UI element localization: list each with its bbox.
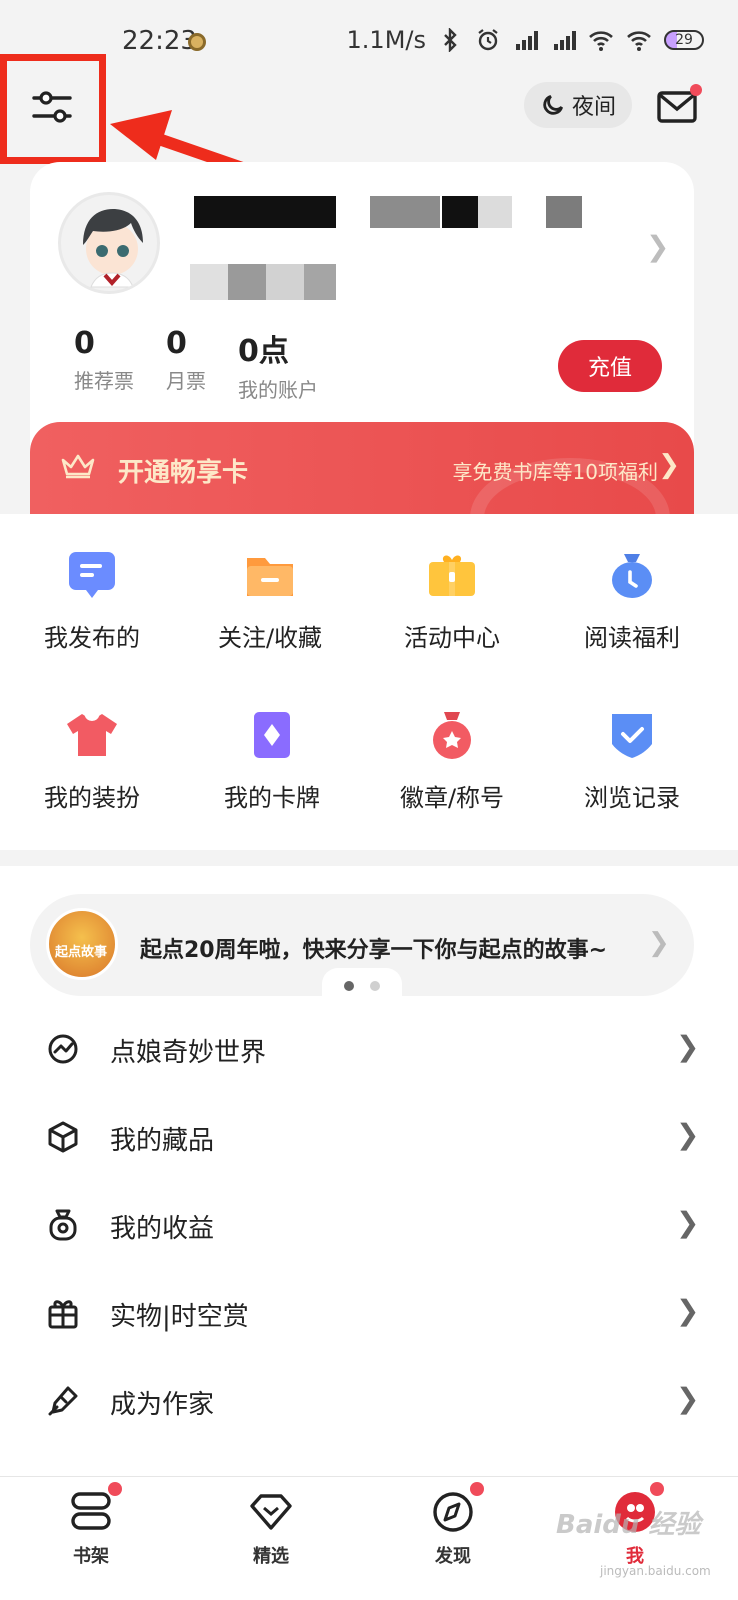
chevron-right-icon: ❯ (676, 1294, 700, 1327)
earnings-icon (49, 1209, 77, 1241)
carousel-dot-active[interactable] (344, 981, 354, 991)
crown-icon (61, 454, 95, 479)
menu-item-dianniang-world[interactable]: 点娘奇妙世界 ❯ (0, 1006, 738, 1094)
annotation-highlight-box (0, 54, 106, 164)
shirt-icon (67, 714, 117, 756)
grid-item-my-cards[interactable]: 我的卡牌 (180, 710, 364, 813)
user-id-redacted (190, 264, 336, 300)
carousel-dot[interactable] (370, 981, 380, 991)
status-bar: 22:23 1.1M/s 29 (0, 0, 738, 80)
money-bag-icon (612, 554, 652, 598)
vip-title: 开通畅享卡 (118, 458, 249, 488)
username-redacted (370, 196, 440, 228)
mail-badge (690, 84, 702, 96)
grid-item-history[interactable]: 浏览记录 (540, 710, 724, 813)
nav-featured[interactable]: 精选 (226, 1490, 316, 1568)
vip-banner[interactable]: 开通畅享卡 享免费书库等10项福利 ❯ (30, 422, 694, 514)
grid-item-badges[interactable]: 徽章/称号 (360, 710, 544, 813)
stat-account-balance[interactable]: 0点 我的账户 (238, 326, 318, 403)
menu-item-collection[interactable]: 我的藏品 ❯ (0, 1094, 738, 1182)
chevron-right-icon: ❯ (676, 1030, 700, 1063)
shield-check-icon (612, 714, 652, 758)
status-time: 22:23 (122, 26, 197, 56)
carousel-indicator (322, 968, 402, 998)
status-icons: 1.1M/s 29 (347, 26, 704, 54)
vip-chevron-icon: ❯ (658, 450, 680, 480)
promo-image: 起点故事 (46, 908, 118, 980)
username-redacted (442, 196, 478, 228)
diamond-icon (250, 1494, 292, 1530)
recharge-button[interactable]: 充值 (558, 340, 662, 392)
vip-subtitle: 享免费书库等10项福利 (452, 460, 658, 484)
chevron-right-icon: ❯ (676, 1118, 700, 1151)
username-redacted (194, 196, 336, 228)
bookshelf-icon (71, 1492, 111, 1530)
nav-bookshelf-badge (108, 1482, 122, 1496)
card-icon (254, 712, 290, 758)
grid-item-my-posts[interactable]: 我发布的 (0, 550, 184, 653)
cube-icon (48, 1121, 78, 1153)
wifi-plus-icon (589, 31, 613, 51)
hd-signal-icon (554, 31, 576, 50)
promo-text: 起点20周年啦，快来分享一下你与起点的故事~ (140, 938, 608, 963)
compass-icon (433, 1492, 473, 1532)
bluetooth-icon (444, 28, 457, 52)
menu-item-physical-rewards[interactable]: 实物|时空赏 ❯ (0, 1270, 738, 1358)
grid-item-events[interactable]: 活动中心 (360, 550, 544, 653)
battery-icon: 29 (664, 30, 704, 50)
grid-item-my-outfit[interactable]: 我的装扮 (0, 710, 184, 813)
chevron-right-icon: ❯ (676, 1206, 700, 1239)
watermark-url: jingyan.baidu.com (600, 1564, 711, 1578)
camera-notification-icon (188, 33, 206, 51)
stat-monthly-tickets[interactable]: 0 月票 (166, 326, 206, 394)
network-speed: 1.1M/s (346, 26, 426, 54)
nav-me-badge (650, 1482, 664, 1496)
night-mode-label: 夜间 (571, 95, 616, 120)
menu-item-earnings[interactable]: 我的收益 ❯ (0, 1182, 738, 1270)
grid-item-follow-collect[interactable]: 关注/收藏 (178, 550, 362, 653)
hd-signal-icon (516, 31, 538, 50)
nav-discover[interactable]: 发现 (408, 1490, 498, 1568)
stat-recommend-tickets[interactable]: 0 推荐票 (74, 326, 134, 394)
moon-icon (543, 94, 563, 115)
pen-icon (48, 1386, 78, 1416)
gift-box-icon (48, 1300, 78, 1329)
gift-icon (429, 555, 475, 596)
chat-icon (69, 552, 115, 598)
night-mode-button[interactable]: 夜间 (524, 82, 632, 128)
grid-item-reading-benefits[interactable]: 阅读福利 (540, 550, 724, 653)
medal-icon (433, 712, 471, 759)
alarm-icon (478, 29, 498, 51)
username-redacted (478, 196, 512, 228)
nav-bookshelf[interactable]: 书架 (46, 1490, 136, 1568)
profile-chevron-icon[interactable]: ❯ (646, 230, 669, 263)
chevron-right-icon: ❯ (676, 1382, 700, 1415)
avatar[interactable] (58, 192, 160, 294)
watermark-text: Baidu 经验 (556, 1510, 701, 1540)
folder-icon (247, 558, 293, 596)
wifi-icon (627, 31, 651, 51)
promo-chevron-icon: ❯ (648, 928, 670, 958)
username-redacted (546, 196, 582, 228)
menu-item-become-writer[interactable]: 成为作家 ❯ (0, 1358, 738, 1446)
nav-discover-badge (470, 1482, 484, 1496)
world-icon (48, 1034, 78, 1064)
